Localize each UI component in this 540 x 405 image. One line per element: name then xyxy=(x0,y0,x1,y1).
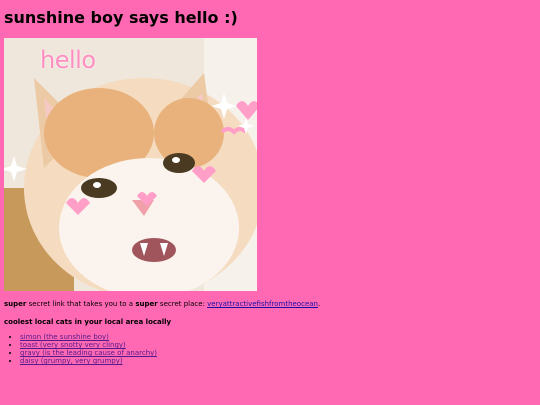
secret-text-1: secret link that takes you to a xyxy=(26,300,136,308)
bold-super-1: super xyxy=(4,300,27,308)
cat-link-simon[interactable]: simon (the sunshine boy) xyxy=(20,333,109,341)
cat-link-daisy[interactable]: daisy (grumpy, very grumpy) xyxy=(20,357,123,365)
bold-super-2: super xyxy=(135,300,158,308)
secret-suffix: . xyxy=(318,300,321,308)
secret-link-paragraph: super secret link that takes you to a su… xyxy=(4,299,536,309)
page: sunshine boy says hello :) hello super s… xyxy=(0,0,540,365)
list-item: toast (very snotty very clingy) xyxy=(20,341,536,349)
cat-illustration xyxy=(4,38,257,291)
cat-link-toast[interactable]: toast (very snotty very clingy) xyxy=(20,341,126,349)
list-item: simon (the sunshine boy) xyxy=(20,333,536,341)
secret-link[interactable]: veryattractivefishfromtheocean xyxy=(207,300,318,308)
page-title: sunshine boy says hello :) xyxy=(4,8,238,27)
list-item: gravy (is the leading cause of anarchy) xyxy=(20,349,536,357)
cats-heading: coolest local cats in your local area lo… xyxy=(4,318,172,326)
cat-link-gravy[interactable]: gravy (is the leading cause of anarchy) xyxy=(20,349,157,357)
secret-text-2: secret place: xyxy=(157,300,208,308)
cat-photo: hello xyxy=(4,38,257,291)
hello-overlay-text: hello xyxy=(40,46,96,74)
list-item: daisy (grumpy, very grumpy) xyxy=(20,357,536,365)
cats-list: simon (the sunshine boy) toast (very sno… xyxy=(4,333,536,365)
